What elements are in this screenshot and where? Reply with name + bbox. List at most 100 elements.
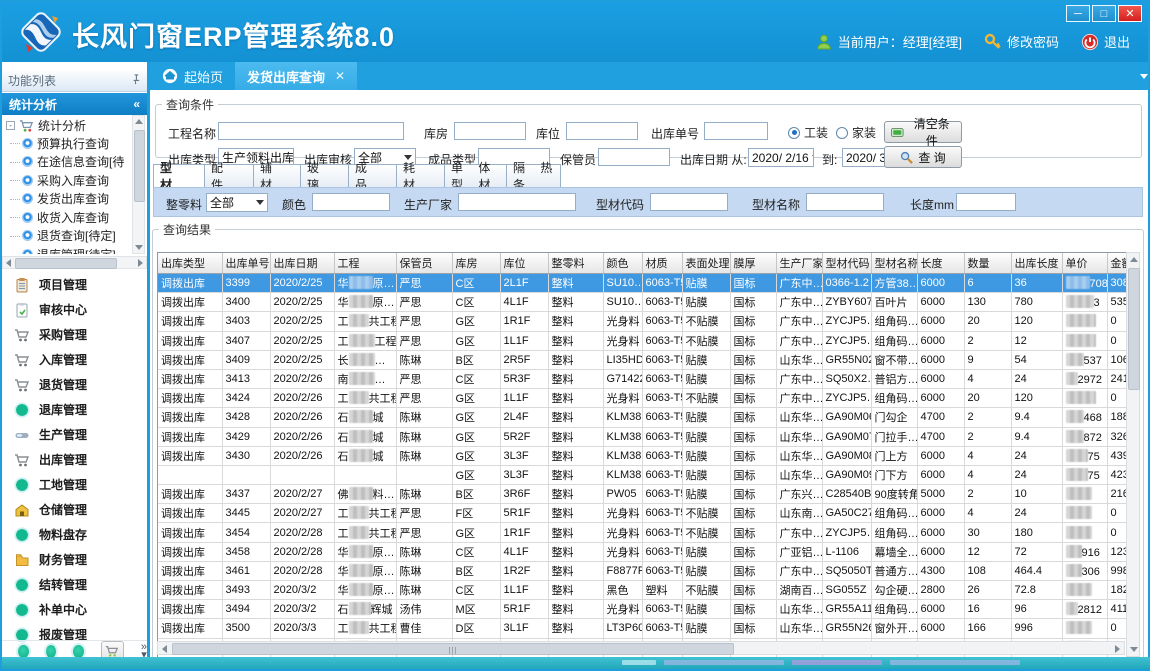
sidebar-item-warehouse-mgmt[interactable]: 仓储管理 [2,497,147,522]
material-tab-single-profile[interactable]: 单 体 型 材 [445,164,507,188]
sidebar-item-inbound-mgmt[interactable]: 入库管理 [2,347,147,372]
table-row[interactable]: 调拨出库34032020/2/25工共工程严思G区1R1F整料光身料6063-T… [158,312,1127,331]
table-row[interactable]: 调拨出库34092020/2/25长…陈琳B区2R5F整料LI35HD6063-… [158,350,1127,369]
sidebar-item-return-goods-mgmt[interactable]: 退货管理 [2,372,147,397]
column-header[interactable]: 表面处理 [682,253,730,274]
column-header[interactable]: 整零料 [548,253,603,274]
column-header[interactable]: 出库单号 [222,253,270,274]
table-row[interactable]: 调拨出库34542020/2/28工共工程严思G区1R1F整料光身料6063-T… [158,523,1127,542]
sidebar-item-purchase-mgmt[interactable]: 采购管理 [2,322,147,347]
table-row[interactable]: 调拨出库34372020/2/27佛料…陈琳B区3R6F整料PW056063-T… [158,485,1127,504]
statistics-panel-header[interactable]: 统计分析 « [2,93,147,115]
pin-icon[interactable] [130,74,141,88]
tree-item-budget-exec-query[interactable]: 预算执行查询 [2,134,135,153]
column-header[interactable]: 出库日期 [270,253,334,274]
table-row[interactable]: G区3L3F整料KLM38176063-T5贴膜国标山东华…GA90M09.门下… [158,465,1127,484]
tree-expander-icon[interactable]: - [6,121,15,130]
radio-gongzhuang[interactable]: 工装 [788,124,828,141]
column-header[interactable]: 保管员 [396,253,452,274]
collapse-icon[interactable]: « [133,97,140,111]
tree-item-in-transit-query[interactable]: 在途信息查询[待 [2,153,135,172]
tree-item-shipping-outbound-query[interactable]: 发货出库查询 [2,190,135,209]
maximize-button[interactable]: □ [1092,5,1116,22]
table-row[interactable]: 调拨出库34932020/3/2华原…陈琳C区1L1F整料黑色塑料不贴膜国标湖南… [158,581,1127,600]
outbound-no-input[interactable] [704,122,768,140]
sidebar-item-return-store-mgmt[interactable]: 退库管理 [2,397,147,422]
radio-jiazhuang[interactable]: 家装 [836,124,876,141]
change-password[interactable]: 修改密码 [984,32,1059,51]
table-row[interactable]: 调拨出库34002020/2/25华原…严思C区4L1F整料SU10…6063-… [158,293,1127,312]
profile-name-input[interactable] [806,193,884,211]
minimize-button[interactable]: ─ [1066,5,1090,22]
search-button[interactable]: 查 询 [884,146,962,168]
length-input[interactable] [956,193,1016,211]
column-header[interactable]: 材质 [642,253,682,274]
column-header[interactable]: 数量 [964,253,1011,274]
column-header[interactable]: 金额 [1107,253,1127,274]
tree-item-purchase-inbound-query[interactable]: 采购入库查询 [2,171,135,190]
column-header[interactable]: 颜色 [603,253,642,274]
column-header[interactable]: 单价 [1062,253,1107,274]
whole-part-select[interactable]: 全部 [206,193,268,212]
table-row[interactable]: 调拨出库34282020/2/26石城陈琳G区2L4F整料KLM38176063… [158,408,1127,427]
material-tab-consumables[interactable]: 耗 材 [397,164,445,188]
nav-dot-icon[interactable] [46,645,57,658]
sidebar-item-finance-mgmt[interactable]: 财务管理 [2,547,147,572]
tab-close-icon[interactable]: ✕ [335,69,345,83]
project-name-input[interactable] [218,122,404,140]
table-row[interactable]: 调拨出库33992020/2/25华原…严思C区2L1F整料SU10…6063-… [158,274,1127,293]
material-tab-profile[interactable]: 型 材 [153,164,205,188]
column-header[interactable]: 生产厂家 [776,253,822,274]
location-input[interactable] [566,122,638,140]
tab-shipping-outbound-query[interactable]: 发货出库查询✕ [235,62,357,90]
table-row[interactable]: 调拨出库34942020/3/2石辉城汤伟M区5R1F整料光身料6063-T5贴… [158,600,1127,619]
sidebar-item-material-inventory[interactable]: 物料盘存 [2,522,147,547]
sidebar-item-outbound-mgmt[interactable]: 出库管理 [2,447,147,472]
table-row[interactable]: 调拨出库34302020/2/26石城陈琳G区3L3F整料KLM38176063… [158,446,1127,465]
date-from-picker[interactable]: 2020/ 2/16 [748,148,814,167]
table-row[interactable]: 调拨出库34132020/2/26南…严思C区5R3F整料G714226063-… [158,369,1127,388]
grid-horizontal-scrollbar[interactable] [157,641,1125,655]
sidebar-item-carryover-mgmt[interactable]: 结转管理 [2,572,147,597]
color-input[interactable] [312,193,390,211]
grid-vertical-scrollbar[interactable] [1126,252,1140,657]
clear-conditions-button[interactable]: 清空条件 [884,121,962,143]
tree-item-return-store-query[interactable]: 退库管理[待定] [2,245,135,254]
column-header[interactable]: 膜厚 [730,253,776,274]
logout[interactable]: 退出 [1081,32,1130,51]
sidebar-item-supplement-center[interactable]: 补单中心 [2,597,147,622]
table-row[interactable]: 调拨出库34452020/2/27工共工程严思F区5R1F整料光身料6063-T… [158,504,1127,523]
table-row[interactable]: 调拨出库34242020/2/26工共工程严思G区1L1F整料光身料6063-T… [158,389,1127,408]
nav-dot-icon[interactable] [18,645,29,658]
column-header[interactable]: 型材名称 [871,253,917,274]
column-header[interactable]: 型材代码 [822,253,871,274]
column-header[interactable]: 出库类型 [158,253,222,274]
column-header[interactable]: 长度 [917,253,964,274]
tree-item-return-query[interactable]: 退货查询[待定] [2,227,135,246]
table-row[interactable]: 调拨出库34612020/2/28华原…陈琳B区1R2F整料F8877FT606… [158,561,1127,580]
column-header[interactable]: 出库长度 [1011,253,1062,274]
close-button[interactable]: ✕ [1118,5,1142,22]
tree-item-receipt-inbound-query[interactable]: 收货入库查询 [2,208,135,227]
material-tab-accessories[interactable]: 配 件 [205,164,254,188]
warehouse-input[interactable] [454,122,526,140]
material-tab-insulation-strip[interactable]: 隔 热 条 [507,164,561,188]
column-header[interactable]: 库房 [452,253,500,274]
sidebar-item-site-mgmt[interactable]: 工地管理 [2,472,147,497]
table-row[interactable]: 调拨出库35002020/3/3工共工程曹佳D区3L1F整料LT3P606063… [158,619,1127,638]
sidebar-item-production-mgmt[interactable]: 生产管理 [2,422,147,447]
tab-home[interactable]: 起始页 [150,62,235,90]
table-row[interactable]: 调拨出库34072020/2/25工工程严思G区1L1F整料光身料6063-T5… [158,331,1127,350]
profile-code-input[interactable] [650,193,728,211]
material-tab-glass[interactable]: 玻 璃 [301,164,349,188]
sidebar-item-project-mgmt[interactable]: 项目管理 [2,272,147,297]
tree-vertical-scrollbar[interactable] [132,115,145,254]
sidebar-item-audit-center[interactable]: 审核中心 [2,297,147,322]
tree-horizontal-scrollbar[interactable] [2,256,147,269]
manufacturer-input[interactable] [458,193,576,211]
column-header[interactable]: 工程 [334,253,396,274]
column-header[interactable]: 库位 [500,253,548,274]
tree-root-statistics[interactable]: -统计分析 [2,115,135,134]
keeper-input[interactable] [598,148,670,166]
nav-dot-icon[interactable] [73,645,84,658]
